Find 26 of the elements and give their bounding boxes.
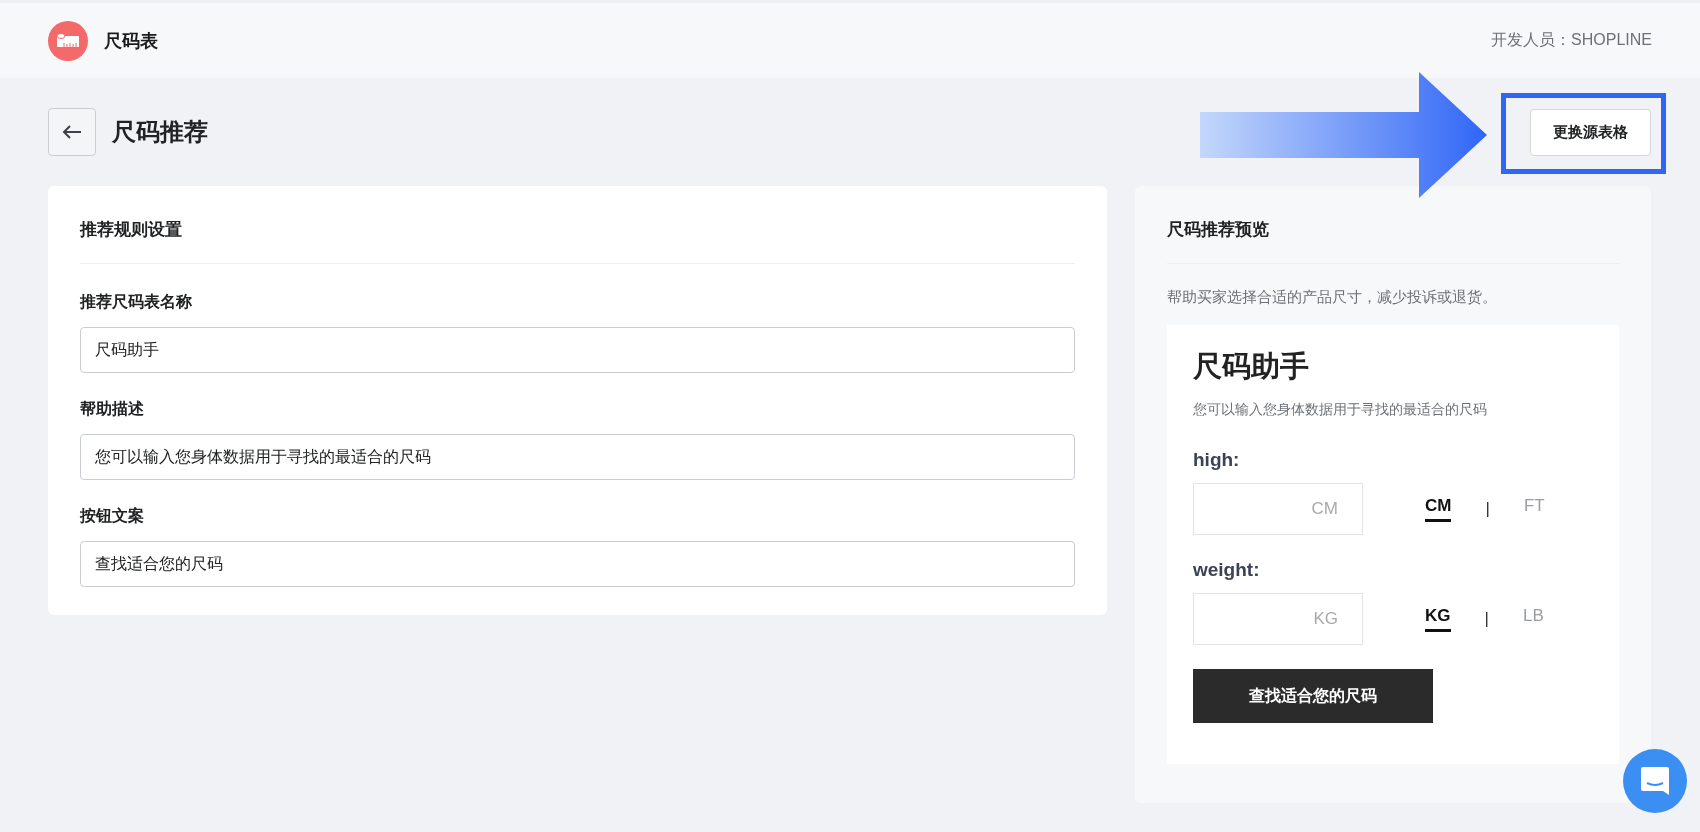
- unit-separator: |: [1485, 499, 1490, 519]
- unit-separator: |: [1484, 609, 1489, 629]
- input-field[interactable]: 查找适合您的尺码: [80, 541, 1075, 587]
- find-size-button[interactable]: 查找适合您的尺码: [1193, 669, 1433, 723]
- section-title: 尺码推荐预览: [1167, 206, 1619, 264]
- app-name: 尺码表: [104, 29, 158, 53]
- chat-icon[interactable]: [1623, 749, 1687, 813]
- input-field[interactable]: 尺码助手: [80, 327, 1075, 373]
- page-title: 尺码推荐: [112, 117, 209, 147]
- input-field[interactable]: 您可以输入您身体数据用于寻找的最适合的尺码: [80, 434, 1075, 480]
- unit-toggle[interactable]: CM: [1425, 496, 1452, 522]
- measure-label: weight:: [1193, 559, 1261, 581]
- field-label: 按钮文案: [80, 506, 145, 526]
- back-button[interactable]: [48, 108, 96, 156]
- widget-title: 尺码助手: [1193, 349, 1310, 384]
- field-label: 推荐尺码表名称: [80, 292, 193, 312]
- back-arrow-icon: [62, 124, 82, 140]
- developer-label: 开发人员：SHOPLINE: [1491, 30, 1652, 50]
- widget-subtitle: 您可以输入您身体数据用于寻找的最适合的尺码: [1193, 401, 1488, 419]
- measure-label: high:: [1193, 449, 1241, 471]
- unit-toggle[interactable]: KG: [1425, 606, 1451, 632]
- replace-table-button[interactable]: 更换源表格: [1530, 108, 1651, 156]
- field-label: 帮助描述: [80, 399, 145, 419]
- tape-measure-icon: [48, 20, 88, 61]
- section-title: 推荐规则设置: [80, 206, 1075, 264]
- preview-description: 帮助买家选择合适的产品尺寸，减少投诉或退货。: [1167, 288, 1498, 307]
